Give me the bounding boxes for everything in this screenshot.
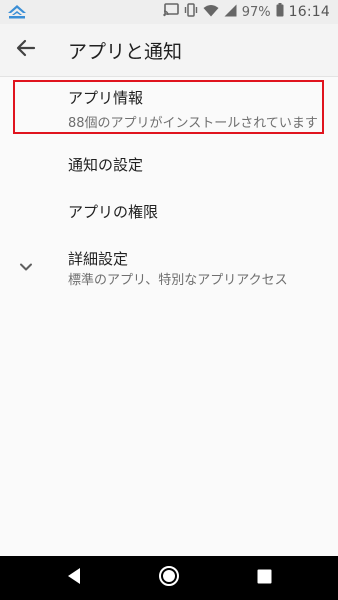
list-item-app-info[interactable]: アプリ情報 88個のアプリがインストールされています [0, 80, 338, 134]
app-info-title: アプリ情報 [68, 89, 144, 107]
nav-recents-button[interactable] [242, 556, 286, 600]
app-info-subtitle: 88個のアプリがインストールされています [68, 116, 318, 131]
nav-home-icon [158, 565, 180, 591]
chevron-down-icon [16, 257, 36, 277]
nav-back-icon [66, 567, 82, 589]
battery-percentage: 97% [241, 4, 271, 20]
list-item-notifications[interactable]: 通知の設定 [0, 140, 338, 188]
status-bar: 97% 16:14 [0, 0, 338, 24]
list-item-app-permissions[interactable]: アプリの権限 [0, 188, 338, 236]
notifications-title: 通知の設定 [68, 156, 144, 174]
advanced-subtitle: 標準のアプリ、特別なアプリアクセス [68, 273, 288, 288]
advanced-title: 詳細設定 [68, 250, 129, 268]
app-bar: アプリと通知 [0, 24, 338, 77]
clock: 16:14 [288, 4, 330, 20]
list-item-advanced[interactable]: 詳細設定 標準のアプリ、特別なアプリアクセス [0, 240, 338, 292]
nav-back-button[interactable] [52, 556, 96, 600]
app-permissions-title: アプリの権限 [68, 203, 159, 221]
back-button[interactable] [12, 36, 40, 64]
signal-icon [224, 4, 237, 21]
navigation-bar [0, 556, 338, 600]
battery-icon [276, 3, 284, 21]
app-notification-icon [6, 4, 28, 20]
nav-recents-icon [257, 569, 272, 588]
vibrate-icon [184, 3, 198, 21]
page-title: アプリと通知 [68, 41, 183, 63]
arrow-back-icon [16, 38, 36, 62]
nav-home-button[interactable] [147, 556, 191, 600]
cast-icon [163, 3, 179, 21]
wifi-icon [203, 4, 219, 21]
